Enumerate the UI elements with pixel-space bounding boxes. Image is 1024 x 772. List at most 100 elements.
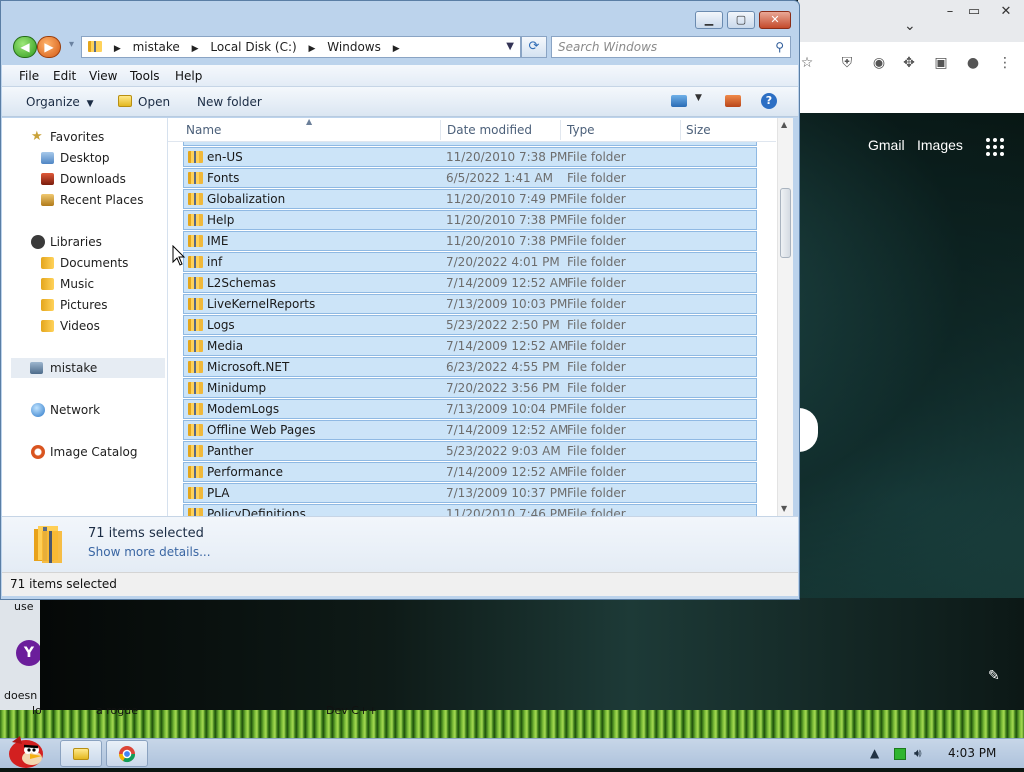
menu-view[interactable]: View — [89, 69, 117, 83]
nav-libraries[interactable]: Libraries — [2, 232, 168, 252]
gmail-link[interactable]: Gmail — [868, 137, 905, 153]
search-input[interactable]: Search Windows ⚲ — [551, 36, 791, 58]
nav-network[interactable]: Network — [2, 400, 168, 420]
extension-icon[interactable]: ◉ — [868, 52, 890, 74]
table-row[interactable]: ModemLogs 7/13/2009 10:04 PM File folder — [183, 399, 757, 419]
table-row[interactable]: LiveKernelReports 7/13/2009 10:03 PM File … — [183, 294, 757, 314]
forward-button[interactable]: ▶ — [37, 36, 61, 58]
column-size[interactable]: Size — [686, 123, 711, 137]
nav-recent-places[interactable]: Recent Places — [2, 190, 168, 210]
file-type: File folder — [567, 318, 626, 332]
chrome-maximize-button[interactable]: ▭ — [960, 3, 988, 21]
menu-file[interactable]: File — [19, 69, 39, 83]
file-list-scrollbar[interactable]: ▲ ▼ — [777, 118, 793, 516]
breadcrumb-local-disk[interactable]: Local Disk (C:) — [210, 40, 296, 54]
nav-desktop[interactable]: Desktop — [2, 148, 168, 168]
menu-edit[interactable]: Edit — [53, 69, 76, 83]
column-divider[interactable] — [560, 120, 561, 140]
new-folder-button[interactable]: New folder — [197, 95, 262, 109]
nav-image-catalog-label: Image Catalog — [50, 445, 138, 459]
search-icon[interactable]: ⚲ — [775, 37, 784, 57]
table-row[interactable] — [183, 142, 757, 146]
breadcrumb-mistake[interactable]: mistake — [133, 40, 180, 54]
profile-avatar-icon[interactable]: ● — [962, 52, 984, 74]
chrome-close-button[interactable]: ✕ — [992, 3, 1020, 21]
nav-mistake[interactable]: mistake — [11, 358, 165, 378]
table-row[interactable]: inf 7/20/2022 4:01 PM File folder — [183, 252, 757, 272]
extensions-puzzle-icon[interactable]: ✥ — [898, 52, 920, 74]
table-row[interactable]: Help 11/20/2010 7:38 PM File folder — [183, 210, 757, 230]
table-row[interactable]: Media 7/14/2009 12:52 AM File folder — [183, 336, 757, 356]
google-apps-icon[interactable] — [986, 138, 1004, 156]
window-close-button[interactable]: ✕ — [759, 11, 791, 29]
images-link[interactable]: Images — [917, 137, 963, 153]
back-button[interactable]: ◀ — [13, 36, 37, 58]
taskbar-chrome-button[interactable] — [106, 740, 148, 767]
scroll-down-icon[interactable]: ▼ — [781, 504, 787, 513]
open-button[interactable]: Open — [118, 95, 170, 109]
help-icon[interactable]: ? — [761, 93, 777, 109]
window-minimize-button[interactable]: ▁ — [695, 11, 723, 29]
table-row[interactable]: Offline Web Pages 7/14/2009 12:52 AM File … — [183, 420, 757, 440]
nav-videos[interactable]: Videos — [2, 316, 168, 336]
nav-image-catalog[interactable]: Image Catalog — [2, 442, 168, 462]
breadcrumb-separator-icon[interactable]: ▶ — [192, 44, 199, 54]
menu-help[interactable]: Help — [175, 69, 202, 83]
nav-documents[interactable]: Documents — [2, 253, 168, 273]
table-row[interactable]: Logs 5/23/2022 2:50 PM File folder — [183, 315, 757, 335]
column-divider[interactable] — [680, 120, 681, 140]
table-row[interactable]: Globalization 11/20/2010 7:49 PM File fold… — [183, 189, 757, 209]
scroll-up-icon[interactable]: ▲ — [781, 120, 787, 129]
scrollbar-thumb[interactable] — [780, 188, 791, 258]
breadcrumb-separator-icon[interactable]: ▶ — [393, 44, 400, 54]
yahoo-icon[interactable]: Y — [16, 640, 42, 666]
chrome-tab-search-icon[interactable]: ⌄ — [904, 18, 916, 34]
view-options-dropdown-icon[interactable]: ▼ — [695, 93, 707, 105]
volume-icon[interactable]: 🔊︎ — [914, 746, 922, 761]
change-view-icon[interactable] — [671, 95, 687, 107]
window-maximize-button[interactable]: ▢ — [727, 11, 755, 29]
nav-music[interactable]: Music — [2, 274, 168, 294]
customize-pencil-icon[interactable]: ✎ — [988, 668, 1000, 684]
explorer-titlebar[interactable]: ▁ ▢ ✕ — [1, 1, 799, 33]
column-date-modified[interactable]: Date modified — [447, 123, 532, 137]
file-type: File folder — [567, 297, 626, 311]
network-tray-icon[interactable] — [894, 748, 906, 760]
menu-tools[interactable]: Tools — [130, 69, 160, 83]
table-row[interactable]: en-US 11/20/2010 7:38 PM File folder — [183, 147, 757, 167]
show-more-details-link[interactable]: Show more details... — [88, 545, 211, 559]
file-date-modified: 7/14/2009 12:52 AM — [446, 276, 569, 290]
folder-icon — [188, 319, 203, 331]
table-row[interactable]: IME 11/20/2010 7:38 PM File folder — [183, 231, 757, 251]
table-row[interactable]: Panther 5/23/2022 9:03 AM File folder — [183, 441, 757, 461]
column-type[interactable]: Type — [567, 123, 595, 137]
ublock-extension-icon[interactable]: ⛨ — [836, 52, 858, 74]
breadcrumb-separator-icon[interactable]: ▶ — [309, 44, 316, 54]
nav-downloads[interactable]: Downloads — [2, 169, 168, 189]
table-row[interactable]: L2Schemas 7/14/2009 12:52 AM File folder — [183, 273, 757, 293]
nav-pictures[interactable]: Pictures — [2, 295, 168, 315]
taskbar-explorer-button[interactable] — [60, 740, 102, 767]
nav-favorites[interactable]: ★ Favorites — [2, 127, 168, 147]
refresh-button[interactable]: ⟳ — [521, 36, 547, 58]
breadcrumb-separator-icon[interactable]: ▶ — [114, 44, 121, 54]
table-row[interactable]: PLA 7/13/2009 10:37 PM File folder — [183, 483, 757, 503]
address-history-dropdown-icon[interactable]: ▼ — [506, 37, 514, 57]
taskbar-clock[interactable]: 4:03 PM — [948, 746, 996, 760]
table-row[interactable]: Microsoft.NET 6/23/2022 4:55 PM File folde… — [183, 357, 757, 377]
table-row[interactable]: Performance 7/14/2009 12:52 AM File folder — [183, 462, 757, 482]
table-row[interactable]: Fonts 6/5/2022 1:41 AM File folder — [183, 168, 757, 188]
preview-pane-icon[interactable] — [725, 95, 741, 107]
chrome-menu-icon[interactable]: ⋮ — [994, 52, 1016, 74]
breadcrumb-windows[interactable]: Windows — [327, 40, 381, 54]
table-row[interactable]: Minidump 7/20/2022 3:56 PM File folder — [183, 378, 757, 398]
address-bar[interactable]: ▶ mistake ▶ Local Disk (C:) ▶ Windows ▶ … — [81, 36, 521, 58]
column-name[interactable]: Name — [186, 123, 221, 137]
table-row[interactable]: PolicyDefinitions 11/20/2010 7:46 PM File … — [183, 504, 757, 516]
recent-pages-dropdown-icon[interactable]: ▾ — [69, 39, 74, 50]
side-panel-icon[interactable]: ▣ — [930, 52, 952, 74]
organize-button[interactable]: Organize ▼ — [26, 95, 94, 109]
start-button-angry-bird-icon[interactable] — [2, 732, 48, 768]
column-divider[interactable] — [440, 120, 441, 140]
tray-expand-icon[interactable]: ▲ — [870, 746, 879, 760]
